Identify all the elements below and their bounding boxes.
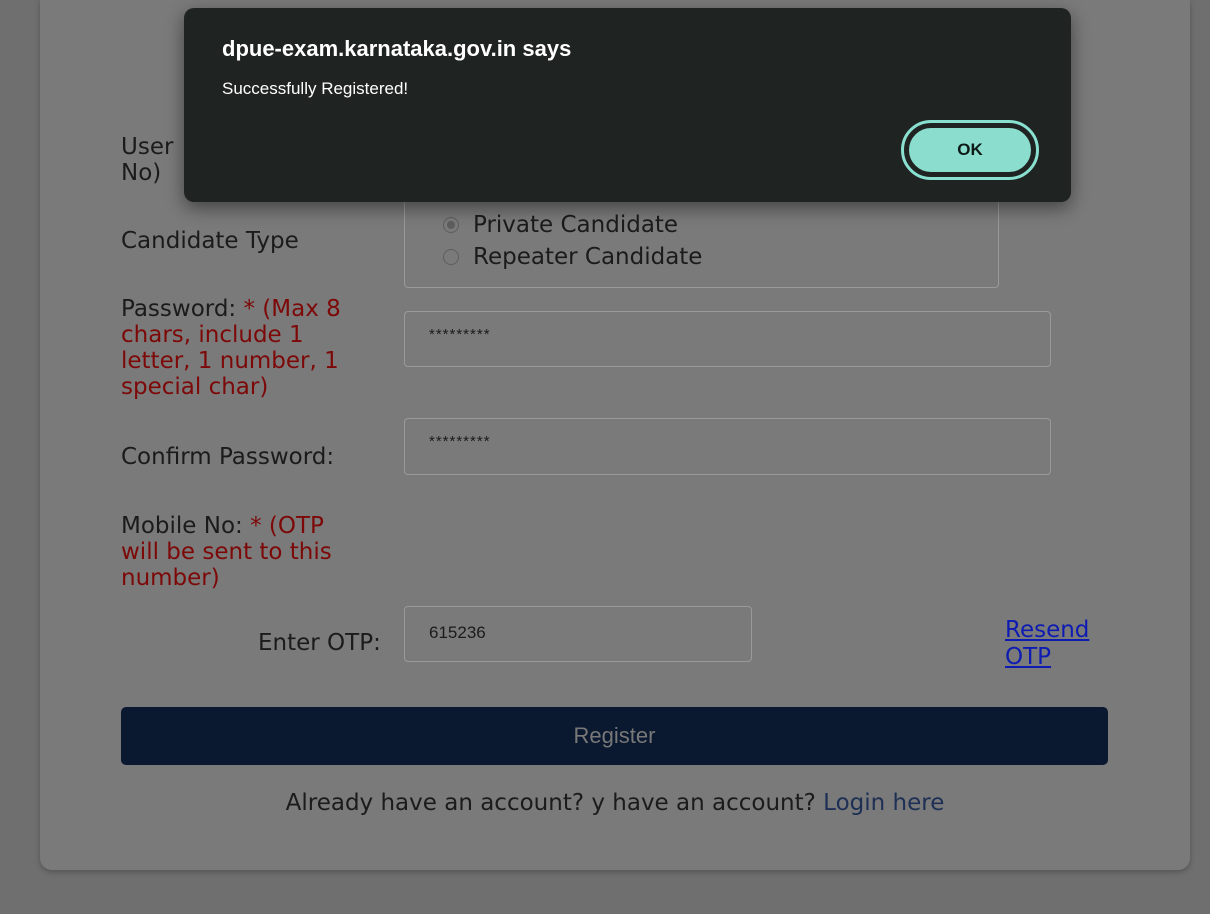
radio-private[interactable] (443, 217, 459, 233)
dialog-message: Successfully Registered! (222, 79, 409, 98)
alert-dialog: dpue-exam.karnataka.gov.in says Successf… (184, 8, 1071, 202)
password-hint-4: special char) (121, 374, 269, 400)
mobile-hint-3: number) (121, 565, 220, 591)
register-button[interactable]: Register (121, 707, 1108, 765)
candidate-type-group: Private Candidate Repeater Candidate (404, 190, 999, 288)
otp-input[interactable]: 615236 (404, 606, 752, 662)
resend-otp-link[interactable]: Resend OTP (1005, 617, 1089, 671)
password-hint-2: chars, include 1 (121, 322, 304, 348)
mobile-hint-1: * (OTP (250, 513, 324, 539)
radio-private-label: Private Candidate (473, 212, 679, 238)
password-input[interactable]: ********* (404, 311, 1051, 367)
resend-line2: OTP (1005, 644, 1052, 670)
mobile-label-block: Mobile No: * (OTP will be sent to this n… (121, 513, 332, 591)
confirm-password-value: ********* (429, 433, 491, 450)
otp-label: Enter OTP: (258, 630, 381, 656)
user-label-line2: No) (121, 160, 162, 186)
confirm-password-input[interactable]: ********* (404, 418, 1051, 475)
otp-value: 615236 (429, 623, 486, 642)
radio-repeater[interactable] (443, 249, 459, 265)
password-label-block: Password: * (Max 8 chars, include 1 lett… (121, 296, 341, 400)
radio-repeater-label: Repeater Candidate (473, 244, 703, 270)
page-overlay: User No) Candidate Type Private Candidat… (0, 0, 1210, 914)
radio-option-repeater[interactable]: Repeater Candidate (443, 244, 702, 270)
password-value: ********* (429, 326, 491, 343)
confirm-password-label: Confirm Password: (121, 444, 335, 470)
mobile-label: Mobile No: (121, 513, 243, 539)
login-here-link[interactable]: Login here (823, 790, 944, 816)
radio-option-private[interactable]: Private Candidate (443, 212, 678, 238)
user-label-line1: User (121, 134, 174, 160)
mobile-hint-2: will be sent to this (121, 539, 332, 565)
dialog-title: dpue-exam.karnataka.gov.in says (222, 36, 572, 61)
candidate-type-label: Candidate Type (121, 228, 299, 254)
password-label: Password: (121, 296, 237, 322)
login-prompt: Already have an account? y have an accou… (0, 790, 1210, 816)
ok-button[interactable]: OK (901, 120, 1039, 180)
resend-line1: Resend (1005, 617, 1090, 643)
ok-button-label: OK (907, 126, 1033, 174)
footer-text: Already have an account? y have an accou… (285, 790, 816, 816)
password-hint-3: letter, 1 number, 1 (121, 348, 339, 374)
password-hint-1: * (Max 8 (243, 296, 341, 322)
